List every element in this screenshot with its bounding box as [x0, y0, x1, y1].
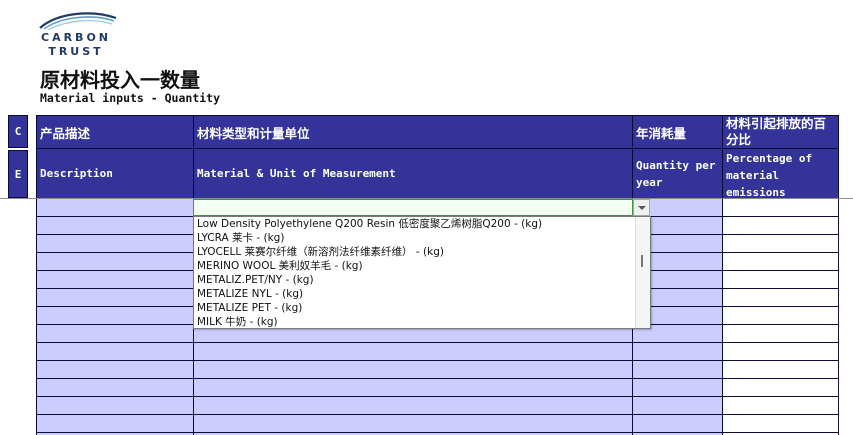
- scrollbar-thumb[interactable]: [641, 255, 643, 267]
- header-description-cn: 产品描述: [36, 115, 194, 149]
- grid-hline: [36, 378, 839, 379]
- grid-hline: [36, 360, 839, 361]
- dropdown-option[interactable]: METALIZ.PET/NY - (kg): [197, 273, 542, 287]
- material-dropdown-list[interactable]: Low Density Polyethylene Q200 Resin 低密度聚…: [193, 216, 651, 329]
- header-percentage-en: Percentage of material emissions: [722, 148, 839, 199]
- dropdown-arrow-button[interactable]: [633, 199, 650, 216]
- dropdown-option[interactable]: LYOCELL 莱赛尔纤维（新溶剂法纤维素纤维） - (kg): [197, 245, 542, 259]
- dropdown-option[interactable]: Low Density Polyethylene Q200 Resin 低密度聚…: [197, 217, 542, 231]
- dropdown-option[interactable]: MERINO WOOL 美利奴羊毛 - (kg): [197, 259, 542, 273]
- grid-hline: [36, 396, 839, 397]
- header-quantity-en: Quantity per year: [632, 148, 723, 199]
- dropdown-scrollbar[interactable]: [635, 217, 650, 328]
- side-label-e: E: [8, 150, 28, 198]
- side-label-c: C: [8, 115, 28, 148]
- dropdown-option[interactable]: METALIZE PET - (kg): [197, 301, 542, 315]
- header-quantity-cn: 年消耗量: [632, 115, 723, 149]
- header-material-en: Material & Unit of Measurement: [193, 148, 633, 199]
- grid-hline: [36, 432, 839, 433]
- material-select-cell[interactable]: [193, 199, 633, 216]
- grid-hline: [36, 342, 839, 343]
- dropdown-option[interactable]: METALIZE NYL - (kg): [197, 287, 542, 301]
- header-percentage-cn: 材料引起排放的百分比: [722, 115, 839, 149]
- header-material-cn: 材料类型和计量单位: [193, 115, 633, 149]
- header-description-en: Description: [36, 148, 194, 199]
- grid-hline: [36, 414, 839, 415]
- dropdown-option[interactable]: LYCRA 莱卡 - (kg): [197, 231, 542, 245]
- dropdown-option[interactable]: MILK 牛奶 - (kg): [197, 315, 542, 329]
